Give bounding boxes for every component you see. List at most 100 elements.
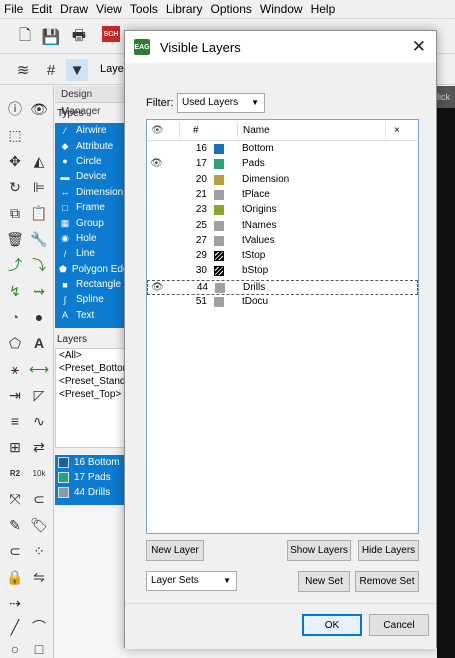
net-icon[interactable]: ⚹ — [4, 358, 26, 380]
menu-item-tools[interactable]: Tools — [126, 0, 162, 19]
new-layer-button[interactable]: New Layer — [146, 540, 204, 561]
layer-preset-item[interactable]: <All> — [56, 349, 126, 362]
layer-row[interactable]: 30 bStop — [147, 264, 418, 279]
layer-row[interactable]: 👁 17 Pads — [147, 157, 418, 172]
selected-layer-item[interactable]: 44 Drills — [55, 485, 127, 500]
visibility-eye-icon[interactable]: 👁 — [151, 282, 164, 293]
layer-color-swatch[interactable] — [214, 159, 224, 170]
type-item-hole[interactable]: ◉ Hole — [55, 231, 127, 246]
layer-preset-list[interactable]: <All><Preset_Bottom><Preset_Standard><Pr… — [55, 348, 127, 448]
number-column-header[interactable]: # — [193, 120, 199, 141]
close-icon[interactable]: ✕ — [412, 37, 426, 57]
save-icon[interactable]: 💾 — [40, 26, 62, 48]
name-column-header[interactable]: Name — [243, 120, 270, 141]
layer-color-swatch[interactable] — [214, 297, 224, 307]
layer-color-swatch[interactable] — [214, 235, 224, 246]
eye-icon[interactable]: 👁 — [28, 98, 50, 120]
invoke-icon[interactable]: ⊂ — [4, 540, 26, 562]
selected-layer-item[interactable]: 17 Pads — [55, 470, 127, 485]
type-item-line[interactable]: / Line — [55, 246, 127, 261]
ripup-icon[interactable]: ⤵ — [28, 254, 50, 276]
type-item-attribute[interactable]: ◆ Attribute — [55, 138, 127, 153]
rect-draw-icon[interactable]: □ — [28, 638, 50, 658]
smash-icon[interactable]: ⤧ — [4, 488, 26, 510]
cancel-button[interactable]: Cancel — [369, 614, 429, 636]
schematic-icon[interactable]: SCH — [102, 26, 120, 42]
menu-item-options[interactable]: Options — [207, 0, 256, 19]
type-item-device[interactable]: ▬ Device — [55, 169, 127, 184]
signal-icon[interactable]: ⟷ — [28, 358, 50, 380]
eye-column-icon[interactable]: 👁 — [151, 120, 164, 141]
layer-sets-dropdown[interactable]: Layer Sets ▼ — [146, 571, 237, 591]
layer-row[interactable]: 16 Bottom — [147, 142, 418, 157]
type-item-airwire[interactable]: ⁄ Airwire — [55, 123, 127, 138]
value-icon[interactable]: 10k — [28, 462, 50, 484]
layer-color-swatch[interactable] — [214, 189, 224, 200]
grid-icon[interactable]: # — [40, 59, 62, 81]
polygon-tool-icon[interactable]: ⬠ — [4, 332, 26, 354]
layer-row[interactable]: 20 Dimension — [147, 173, 418, 188]
layer-preset-item[interactable]: <Preset_Top> — [56, 388, 126, 401]
board-canvas[interactable] — [437, 86, 455, 658]
connect-icon[interactable]: ⇋ — [28, 566, 50, 588]
selected-layer-item[interactable]: 16 Bottom — [55, 455, 127, 470]
hide-layers-button[interactable]: Hide Layers — [358, 540, 419, 561]
meander-icon[interactable]: ⇝ — [28, 280, 50, 302]
layer-color-swatch[interactable] — [214, 266, 224, 277]
text-tool-icon[interactable]: A — [28, 332, 50, 354]
bus-icon[interactable]: ≡ — [4, 410, 26, 432]
menu-item-edit[interactable]: Edit — [27, 0, 56, 19]
name-icon[interactable]: R2 — [4, 462, 26, 484]
paste-icon[interactable]: 📋 — [28, 202, 50, 224]
menu-item-file[interactable]: File — [0, 0, 27, 19]
filter-icon[interactable]: ▼ — [66, 59, 88, 81]
layer-color-swatch[interactable] — [215, 282, 225, 293]
wire-icon[interactable]: ◸ — [28, 384, 50, 406]
arc-draw-icon[interactable]: ⌒ — [28, 616, 50, 638]
type-item-rectangle[interactable]: ■ Rectangle — [55, 277, 127, 292]
replace-icon[interactable]: ⇄ — [28, 436, 50, 458]
line-draw-icon[interactable]: ╱ — [4, 616, 26, 638]
hole-tool-icon[interactable]: ● — [28, 306, 50, 328]
menu-item-help[interactable]: Help — [307, 0, 340, 19]
close-column-icon[interactable]: × — [394, 120, 400, 141]
layer-row[interactable]: 27 tValues — [147, 234, 418, 249]
change-icon[interactable]: ✎ — [4, 514, 26, 536]
copy-icon[interactable]: ⧉ — [4, 202, 26, 224]
visibility-eye-icon[interactable]: 👁 — [150, 158, 163, 169]
type-item-text[interactable]: A Text — [55, 308, 127, 323]
layer-row[interactable]: 25 tNames — [147, 219, 418, 234]
arc-icon[interactable]: ∿ — [28, 410, 50, 432]
layer-preset-item[interactable]: <Preset_Standard> — [56, 375, 126, 388]
autoroute-icon[interactable]: ↯ — [4, 280, 26, 302]
optimize-icon[interactable]: ⇢ — [4, 592, 26, 614]
layer-row[interactable]: 23 tOrigins — [147, 203, 418, 218]
type-item-spline[interactable]: ∫ Spline — [55, 292, 127, 307]
type-item-frame[interactable]: □ Frame — [55, 200, 127, 215]
via-icon[interactable]: ◔ — [4, 306, 26, 328]
layers-stack-icon[interactable]: ≋ — [12, 59, 34, 81]
menu-item-window[interactable]: Window — [256, 0, 307, 19]
wrench-icon[interactable]: 🔧 — [28, 228, 50, 250]
selected-layers-list[interactable]: 16 Bottom 17 Pads 44 Drills — [55, 455, 127, 505]
layer-color-swatch[interactable] — [214, 174, 224, 185]
menu-item-library[interactable]: Library — [162, 0, 207, 19]
rotate-icon[interactable]: ↻ — [4, 176, 26, 198]
tag-icon[interactable]: 🏷 — [28, 514, 50, 536]
menu-item-view[interactable]: View — [92, 0, 126, 19]
pin-icon[interactable]: ⇥ — [4, 384, 26, 406]
layer-color-swatch[interactable] — [214, 144, 224, 154]
align-icon[interactable]: ⊫ — [28, 176, 50, 198]
layer-row[interactable]: 21 tPlace — [147, 188, 418, 203]
new-file-icon[interactable]: 🗋 — [14, 26, 36, 48]
select-icon[interactable]: ⬚ — [4, 124, 26, 146]
design-manager-title[interactable]: Design Manager — [55, 86, 130, 117]
type-item-dimension[interactable]: ↔ Dimension — [55, 185, 127, 200]
route-icon[interactable]: ⤴ — [4, 254, 26, 276]
new-set-button[interactable]: New Set — [298, 571, 350, 592]
print-icon[interactable]: 🖶 — [68, 26, 90, 48]
layer-row[interactable]: 51 tDocu — [147, 295, 418, 310]
layer-color-swatch[interactable] — [214, 220, 224, 231]
type-item-polygon-edge[interactable]: ⬟ Polygon Edge — [55, 262, 127, 277]
add-part-icon[interactable]: ⊞ — [4, 436, 26, 458]
